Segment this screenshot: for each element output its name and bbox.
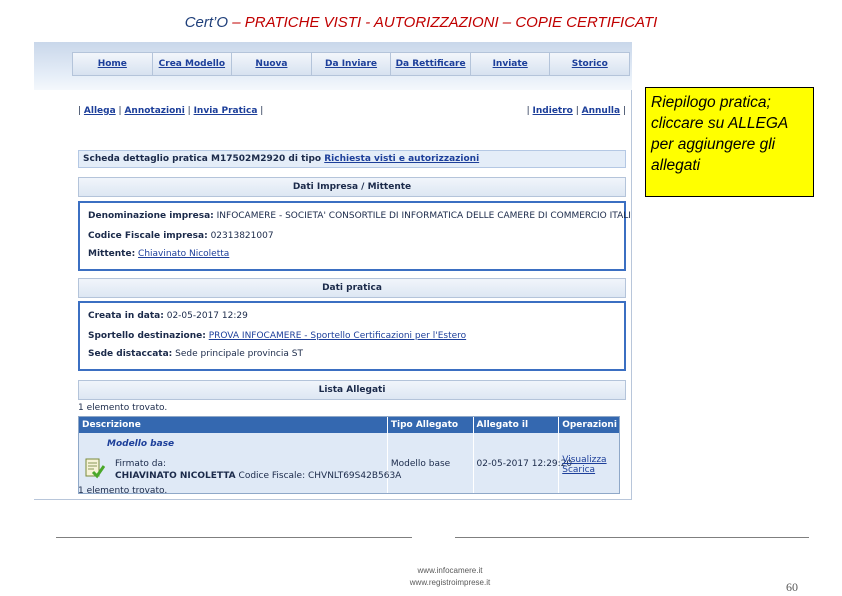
footer-divider-left bbox=[56, 537, 412, 538]
sede-label: Sede distaccata: bbox=[88, 349, 173, 359]
pratica-panel: Creata in data: 02-05-2017 12:29 Sportel… bbox=[78, 301, 626, 371]
invia-pratica-link[interactable]: Invia Pratica bbox=[194, 106, 258, 116]
instruction-callout: Riepilogo pratica; cliccare su ALLEGA pe… bbox=[645, 87, 814, 197]
column-header-operazioni: Operazioni bbox=[562, 420, 617, 430]
detail-header-prefix: Scheda dettaglio pratica M17502M2920 di … bbox=[83, 154, 325, 164]
signer-name: CHIAVINATO NICOLETTA bbox=[115, 471, 236, 481]
operazioni-cell: Visualizza Scarica bbox=[559, 433, 619, 493]
mittente-row: Mittente: Chiavinato Nicoletta bbox=[88, 249, 229, 259]
denominazione-row: Denominazione impresa: INFOCAMERE - SOCI… bbox=[88, 211, 631, 221]
creata-label: Creata in data: bbox=[88, 311, 164, 321]
allega-link[interactable]: Allega bbox=[84, 106, 116, 116]
footer-links: www.infocamere.it www.registroimprese.it bbox=[380, 565, 520, 589]
result-count-top: 1 elemento trovato. bbox=[78, 403, 168, 413]
model-title: Modello base bbox=[107, 439, 175, 449]
footer-link-infocamere[interactable]: www.infocamere.it bbox=[380, 565, 520, 577]
mittente-label: Mittente: bbox=[88, 249, 136, 259]
denominazione-label: Denominazione impresa: bbox=[88, 211, 214, 221]
data-cell: 02-05-2017 12:29:20 bbox=[474, 433, 572, 493]
nav-tab-nuova[interactable]: Nuova bbox=[232, 53, 312, 75]
separator: | bbox=[622, 106, 626, 116]
codice-fiscale-row: Codice Fiscale impresa: 02313821007 bbox=[88, 231, 274, 241]
footer-divider-right bbox=[455, 537, 809, 538]
action-bar-right: | Indietro | Annulla | bbox=[527, 106, 626, 116]
slide-title: Cert’O – PRATICHE VISTI - AUTORIZZAZIONI… bbox=[0, 14, 842, 31]
table-row: Modello base Firmato da: CHIAVINATO NICO… bbox=[79, 433, 619, 493]
sportello-label: Sportello destinazione: bbox=[88, 331, 206, 341]
slide-title-rest: – PRATICHE VISTI - AUTORIZZAZIONI – COPI… bbox=[228, 14, 658, 31]
mittente-link[interactable]: Chiavinato Nicoletta bbox=[138, 249, 229, 259]
nav-tab-crea-modello[interactable]: Crea Modello bbox=[153, 53, 233, 75]
nav-tab-da-inviare[interactable]: Da Inviare bbox=[312, 53, 392, 75]
sede-row: Sede distaccata: Sede principale provinc… bbox=[88, 349, 303, 359]
allegati-table: Descrizione Tipo Allegato Allegato il Op… bbox=[78, 416, 620, 494]
section-dati-impresa: Dati Impresa / Mittente bbox=[78, 177, 626, 197]
main-navbar: Home Crea Modello Nuova Da Inviare Da Re… bbox=[72, 52, 630, 76]
table-header: Descrizione Tipo Allegato Allegato il Op… bbox=[79, 417, 619, 433]
annotazioni-link[interactable]: Annotazioni bbox=[124, 106, 184, 116]
section-lista-allegati: Lista Allegati bbox=[78, 380, 626, 400]
slide-title-prefix: Cert’O bbox=[184, 14, 229, 31]
codice-fiscale-label: Codice Fiscale impresa: bbox=[88, 231, 208, 241]
visualizza-scarica-link[interactable]: Visualizza Scarica bbox=[562, 455, 616, 475]
sportello-link[interactable]: PROVA INFOCAMERE - Sportello Certificazi… bbox=[209, 331, 466, 341]
column-header-tipo[interactable]: Tipo Allegato bbox=[388, 417, 474, 433]
column-header-descrizione[interactable]: Descrizione bbox=[79, 417, 388, 433]
action-bar: | Allega | Annotazioni | Invia Pratica |… bbox=[78, 106, 626, 120]
tipo-value: Modello base bbox=[390, 459, 451, 469]
column-header-allegato-il[interactable]: Allegato il bbox=[474, 417, 560, 433]
page-number: 60 bbox=[786, 580, 798, 594]
detail-header: Scheda dettaglio pratica M17502M2920 di … bbox=[78, 150, 626, 168]
indietro-link[interactable]: Indietro bbox=[533, 106, 573, 116]
sede-value: Sede principale provincia ST bbox=[175, 349, 303, 359]
denominazione-value: INFOCAMERE - SOCIETA' CONSORTILE DI INFO… bbox=[216, 211, 631, 221]
result-count-bottom: 1 elemento trovato. bbox=[78, 486, 168, 496]
signed-label: Firmato da: bbox=[115, 459, 167, 469]
annulla-link[interactable]: Annulla bbox=[582, 106, 620, 116]
nav-tab-storico[interactable]: Storico bbox=[550, 53, 629, 75]
practice-type-link[interactable]: Richiesta visti e autorizzazioni bbox=[324, 154, 479, 164]
section-dati-pratica: Dati pratica bbox=[78, 278, 626, 298]
nav-tab-inviate[interactable]: Inviate bbox=[471, 53, 551, 75]
descrizione-cell: Modello base Firmato da: CHIAVINATO NICO… bbox=[79, 433, 401, 493]
signed-document-icon bbox=[85, 458, 105, 479]
separator: | bbox=[260, 106, 264, 116]
signer-info: CHIAVINATO NICOLETTA Codice Fiscale: CHV… bbox=[115, 471, 401, 481]
impresa-panel: Denominazione impresa: INFOCAMERE - SOCI… bbox=[78, 201, 631, 271]
nav-tab-home[interactable]: Home bbox=[73, 53, 153, 75]
sportello-row: Sportello destinazione: PROVA INFOCAMERE… bbox=[88, 331, 466, 341]
nav-tab-da-rettificare[interactable]: Da Rettificare bbox=[391, 53, 471, 75]
action-bar-left: | Allega | Annotazioni | Invia Pratica | bbox=[78, 106, 263, 116]
signer-cf: Codice Fiscale: CHVNLT69S42B563A bbox=[238, 471, 402, 481]
creata-value: 02-05-2017 12:29 bbox=[166, 311, 248, 321]
tipo-cell: Modello base bbox=[388, 433, 474, 493]
footer-link-registroimprese[interactable]: www.registroimprese.it bbox=[380, 577, 520, 589]
data-value: 02-05-2017 12:29:20 bbox=[476, 459, 573, 469]
codice-fiscale-value: 02313821007 bbox=[210, 231, 274, 241]
creata-row: Creata in data: 02-05-2017 12:29 bbox=[88, 311, 248, 321]
